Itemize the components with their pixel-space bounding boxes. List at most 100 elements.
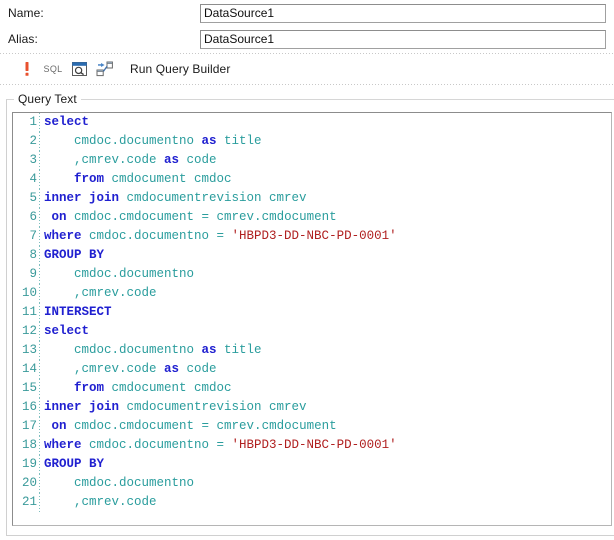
code-token: cmdoc.documentno [44,343,202,357]
code-token: on [51,419,67,433]
code-line-text: on cmdoc.cmdocument = cmrev.cmdocument [40,208,337,227]
code-line[interactable]: 20 cmdoc.documentno [13,474,611,493]
code-line-text: where cmdoc.documentno = 'HBPD3-DD-NBC-P… [40,227,397,246]
code-line[interactable]: 4 from cmdocument cmdoc [13,170,611,189]
code-token: as [164,153,180,167]
alias-field-row: Alias: [0,26,614,52]
code-line[interactable]: 2 cmdoc.documentno as title [13,132,611,151]
code-line-text: select [40,113,89,132]
code-line[interactable]: 10 ,cmrev.code [13,284,611,303]
code-line[interactable]: 12 select [13,322,611,341]
code-token: GROUP BY [44,457,105,471]
query-builder-diagram-icon[interactable] [94,58,116,80]
code-token: cmdoc.cmdocument = cmrev.cmdocument [66,419,337,433]
line-number: 14 [21,362,37,376]
name-label: Name: [8,6,44,20]
code-line[interactable]: 16 inner join cmdocumentrevision cmrev [13,398,611,417]
code-token: cmdocumentrevision cmrev [119,191,307,205]
sql-text-icon[interactable]: SQL [42,58,64,80]
code-line-text: cmdoc.documentno as title [40,341,262,360]
code-token: select [44,115,90,129]
code-token: from [74,381,105,395]
code-token: as [164,362,180,376]
code-line-text: select [40,322,89,341]
line-number: 4 [29,172,37,186]
line-number: 8 [29,248,37,262]
code-token: ,cmrev.code [44,362,165,376]
code-line-text: where cmdoc.documentno = 'HBPD3-DD-NBC-P… [40,436,397,455]
code-line[interactable]: 7 where cmdoc.documentno = 'HBPD3-DD-NBC-… [13,227,611,246]
run-query-builder-label[interactable]: Run Query Builder [130,62,230,76]
line-number: 12 [21,324,37,338]
code-line-text: ,cmrev.code [40,493,157,512]
code-line[interactable]: 5 inner join cmdocumentrevision cmrev [13,189,611,208]
code-token: cmdoc.documentno [44,476,195,490]
code-token: ,cmrev.code [44,495,157,509]
code-line-text: GROUP BY [40,246,104,265]
line-number: 10 [21,286,37,300]
line-number: 16 [21,400,37,414]
code-token: where [44,229,82,243]
code-token: ,cmrev.code [44,153,165,167]
line-number: 7 [29,229,37,243]
alias-input[interactable] [200,29,606,49]
code-line-text: cmdoc.documentno [40,474,194,493]
code-token: cmdoc.documentno = [81,438,232,452]
name-input[interactable] [200,3,606,23]
code-line[interactable]: 9 cmdoc.documentno [13,265,611,284]
code-token: code [179,362,217,376]
name-field-row: Name: [0,0,614,26]
code-line[interactable]: 13 cmdoc.documentno as title [13,341,611,360]
code-line[interactable]: 14 ,cmrev.code as code [13,360,611,379]
code-line[interactable]: 1 select [13,113,611,132]
toolbar-bottom-divider [0,84,614,85]
code-line-text: ,cmrev.code as code [40,360,217,379]
code-token: inner join [44,400,120,414]
code-token: 'HBPD3-DD-NBC-PD-0001' [231,229,397,243]
alias-label: Alias: [8,32,38,46]
line-number: 2 [29,134,37,148]
line-number: 6 [29,210,37,224]
code-token: select [44,324,90,338]
bottom-filler [0,536,614,540]
code-line-text: from cmdocument cmdoc [40,379,232,398]
code-token: cmdocument cmdoc [104,381,232,395]
code-token: 'HBPD3-DD-NBC-PD-0001' [231,438,397,452]
line-number: 19 [21,457,37,471]
query-text-groupbox: Query Text 1 select 2 cmdoc.documentno as … [6,92,614,536]
code-token: cmdoc.documentno = [81,229,232,243]
code-line[interactable]: 21 ,cmrev.code [13,493,611,512]
code-token: cmdoc.documentno [44,134,202,148]
code-line[interactable]: 11 INTERSECT [13,303,611,322]
code-line[interactable]: 15 from cmdocument cmdoc [13,379,611,398]
run-exclamation-icon[interactable] [16,58,38,80]
code-line-text: from cmdocument cmdoc [40,170,232,189]
line-number: 5 [29,191,37,205]
code-line[interactable]: 17 on cmdoc.cmdocument = cmrev.cmdocumen… [13,417,611,436]
code-line[interactable]: 19 GROUP BY [13,455,611,474]
sql-icon-label: SQL [43,64,63,74]
code-line[interactable]: 18 where cmdoc.documentno = 'HBPD3-DD-NBC… [13,436,611,455]
code-token: cmdocumentrevision cmrev [119,400,307,414]
code-token: on [51,210,67,224]
preview-magnifier-icon[interactable] [68,58,90,80]
code-line-text: ,cmrev.code [40,284,157,303]
code-line[interactable]: 6 on cmdoc.cmdocument = cmrev.cmdocument [13,208,611,227]
groupbox-title: Query Text [14,92,81,106]
code-line[interactable]: 3 ,cmrev.code as code [13,151,611,170]
code-token: INTERSECT [44,305,112,319]
line-number: 13 [21,343,37,357]
code-token: cmdocument cmdoc [104,172,232,186]
code-line[interactable]: 8 GROUP BY [13,246,611,265]
code-token: cmdoc.documentno [44,267,195,281]
code-line-text: cmdoc.documentno as title [40,132,262,151]
code-token: as [201,343,217,357]
line-number: 20 [21,476,37,490]
code-line-text: cmdoc.documentno [40,265,194,284]
code-line-text: inner join cmdocumentrevision cmrev [40,189,307,208]
code-token: GROUP BY [44,248,105,262]
code-token: title [216,134,262,148]
query-text-editor[interactable]: 1 select 2 cmdoc.documentno as title 3 ,cmr… [12,112,612,526]
